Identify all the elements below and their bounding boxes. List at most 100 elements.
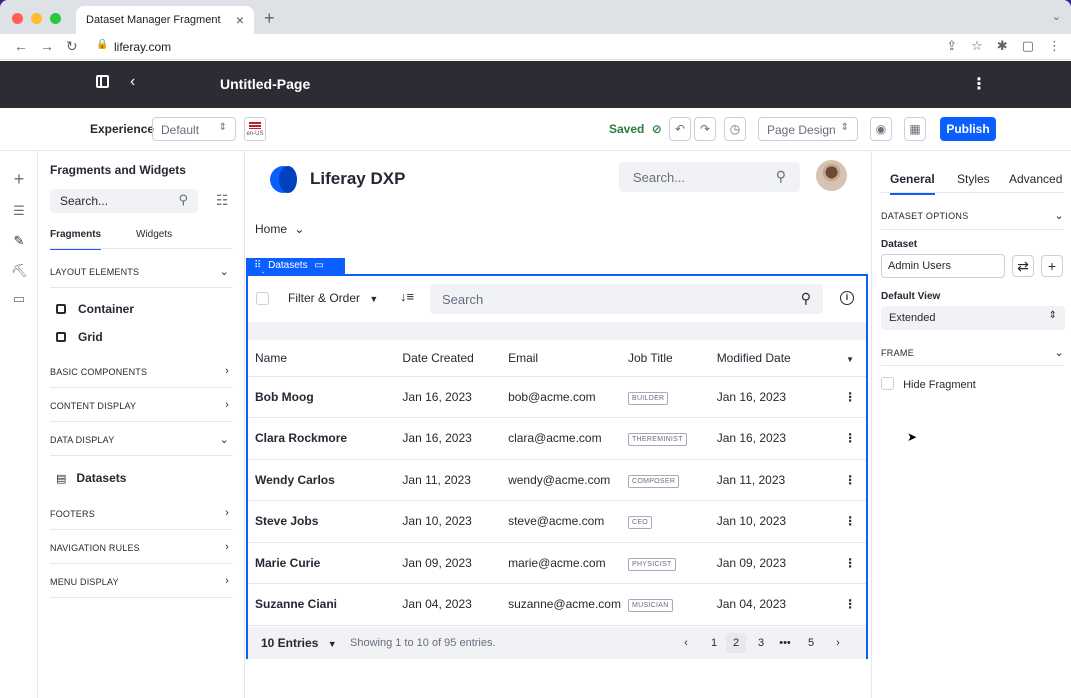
page-link-5[interactable]: 5	[801, 633, 821, 653]
redo-button[interactable]: ↷	[694, 117, 716, 141]
site-name[interactable]: Liferay DXP	[310, 169, 405, 189]
columns-visibility-caret-icon[interactable]: ▼	[827, 340, 866, 377]
fragment-item-grid[interactable]: Grid	[56, 330, 103, 344]
avatar[interactable]	[816, 160, 847, 191]
comment-icon[interactable]: ▭	[314, 260, 323, 271]
history-button[interactable]: ◷	[724, 117, 746, 141]
info-icon[interactable]: i	[840, 291, 854, 305]
table-row[interactable]: Clara Rockmore Jan 16, 2023 clara@acme.com…	[248, 417, 866, 460]
liferay-logo	[270, 166, 297, 193]
default-view-select[interactable]: Extended ⇕	[881, 306, 1065, 330]
paint-roller-icon[interactable]: ⛏	[11, 263, 28, 279]
undo-button[interactable]: ↶	[669, 117, 691, 141]
row-actions-kebab-icon[interactable]: ⋮	[827, 459, 866, 501]
forward-arrow-icon[interactable]: →	[40, 38, 54, 54]
page-design-select[interactable]: Page Design ⇕	[758, 117, 858, 141]
section-data-display[interactable]: DATA DISPLAY ⌄	[50, 434, 233, 456]
page-link-1[interactable]: 1	[704, 633, 724, 653]
section-navigation-rules[interactable]: NAVIGATION RULES ›	[50, 541, 233, 564]
fragment-item-datasets[interactable]: ▤ Datasets	[56, 471, 126, 485]
sidebar-toggle-icon[interactable]	[96, 75, 109, 88]
reload-icon[interactable]: ↻	[66, 38, 78, 55]
locale-selector[interactable]: en-US	[244, 117, 266, 141]
section-content-display[interactable]: CONTENT DISPLAY ›	[50, 399, 233, 422]
row-actions-kebab-icon[interactable]: ⋮	[827, 376, 866, 418]
tab-widgets[interactable]: Widgets	[136, 229, 172, 240]
page-link-3[interactable]: 3	[751, 633, 771, 653]
tab-advanced[interactable]: Advanced	[1009, 172, 1062, 186]
fragment-item-container[interactable]: Container	[56, 302, 134, 316]
section-basic-components[interactable]: BASIC COMPONENTS ›	[50, 365, 233, 388]
add-icon[interactable]: +	[11, 169, 27, 190]
table-row[interactable]: Wendy Carlos Jan 11, 2023 wendy@acme.com CO…	[248, 459, 866, 501]
tab-fragments[interactable]: Fragments	[50, 229, 102, 250]
list-view-icon[interactable]: ☷	[216, 192, 229, 209]
back-arrow-icon[interactable]: ←	[14, 38, 28, 54]
share-icon[interactable]: ⇪	[946, 38, 957, 54]
section-layout-elements[interactable]: LAYOUT ELEMENTS ⌄	[50, 266, 233, 288]
page-link-2[interactable]: 2	[726, 633, 746, 653]
table-row[interactable]: Bob Moog Jan 16, 2023 bob@acme.com BUILDER J…	[248, 376, 866, 418]
site-search-input[interactable]: Search... ⚲	[619, 162, 800, 192]
control-menu: ‹ Untitled-Page ⋮	[0, 61, 1071, 108]
fragment-topper[interactable]: ⠿ Datasets ▭ ⋮	[246, 258, 345, 282]
hide-fragment-checkbox[interactable]	[881, 377, 894, 390]
table-row[interactable]: Marie Curie Jan 09, 2023 marie@acme.com PHY…	[248, 542, 866, 584]
sort-order-icon[interactable]: ↓≡	[400, 289, 414, 304]
browser-menu-icon[interactable]: ⋮	[1048, 38, 1061, 54]
row-actions-kebab-icon[interactable]: ⋮	[827, 583, 866, 626]
tab-search-icon[interactable]: ⌄	[1052, 10, 1061, 23]
row-actions-kebab-icon[interactable]: ⋮	[827, 417, 866, 460]
dataset-search-input[interactable]: Search ⚲	[430, 284, 823, 314]
close-tab-icon[interactable]: ×	[236, 12, 244, 28]
select-all-checkbox[interactable]	[256, 292, 269, 305]
frame-section[interactable]: FRAME ⌄	[881, 347, 1064, 359]
page-structure-button[interactable]: ▦	[904, 117, 926, 141]
row-actions-kebab-icon[interactable]: ⋮	[827, 542, 866, 584]
bookmark-star-icon[interactable]: ☆	[971, 38, 983, 54]
preview-button[interactable]: ◉	[870, 117, 892, 141]
column-header-date-created[interactable]: Date Created	[395, 340, 502, 377]
maximize-window-button[interactable]	[50, 13, 61, 24]
hide-fragment-option[interactable]: Hide Fragment	[881, 377, 976, 391]
page-structure-icon[interactable]: ☰	[11, 203, 27, 219]
breadcrumb[interactable]: Home ⌄	[255, 222, 304, 236]
fragments-search-input[interactable]: Search... ⚲	[50, 189, 198, 213]
experience-select[interactable]: Default ⇕	[152, 117, 236, 141]
search-icon[interactable]: ⚲	[801, 290, 811, 307]
dataset-options-section[interactable]: DATASET OPTIONS ⌄	[881, 210, 1064, 222]
column-header-email[interactable]: Email	[501, 340, 621, 377]
column-header-job-title[interactable]: Job Title	[620, 340, 710, 377]
select-arrows-icon: ⇕	[1048, 310, 1057, 321]
minimize-window-button[interactable]	[31, 13, 42, 24]
drag-handle-icon[interactable]: ⠿	[254, 260, 261, 271]
dataset-field[interactable]: Admin Users	[881, 254, 1005, 278]
table-row[interactable]: Suzanne Ciani Jan 04, 2023 suzanne@acme.co…	[248, 583, 866, 626]
publish-button[interactable]: Publish	[940, 117, 996, 141]
filter-order-dropdown[interactable]: Filter & Order ▼	[288, 291, 378, 305]
section-footers[interactable]: FOOTERS ›	[50, 507, 233, 530]
datasets-fragment[interactable]: Filter & Order ▼ ↓≡ Search ⚲ i Name Date…	[246, 274, 868, 659]
column-header-modified-date[interactable]: Modified Date	[709, 340, 828, 377]
extensions-icon[interactable]: ✱	[997, 38, 1008, 54]
close-window-button[interactable]	[12, 13, 23, 24]
row-actions-kebab-icon[interactable]: ⋮	[827, 500, 866, 543]
table-row[interactable]: Steve Jobs Jan 10, 2023 steve@acme.com CEO J…	[248, 500, 866, 543]
fragments-paperclip-icon[interactable]: ✎	[11, 233, 27, 249]
page-ellipsis[interactable]: •••	[775, 633, 795, 653]
add-dataset-button[interactable]: +	[1041, 255, 1063, 277]
column-header-name[interactable]: Name	[248, 340, 396, 377]
entries-per-page-dropdown[interactable]: 10 Entries ▼	[261, 636, 337, 650]
change-dataset-button[interactable]: ⇄	[1012, 255, 1034, 277]
tab-styles[interactable]: Styles	[957, 172, 990, 186]
url-field[interactable]: liferay.com	[114, 40, 171, 54]
side-panel-icon[interactable]: ▢	[1022, 38, 1034, 54]
next-page-chevron-icon[interactable]: ›	[828, 633, 848, 653]
section-menu-display[interactable]: MENU DISPLAY ›	[50, 575, 233, 598]
page-options-kebab-icon[interactable]: ⋮	[971, 74, 987, 94]
back-chevron-icon[interactable]: ‹	[130, 73, 135, 91]
new-tab-button[interactable]: +	[264, 8, 275, 29]
browser-tab[interactable]: Dataset Manager Fragment ×	[76, 6, 254, 34]
comments-icon[interactable]: ▭	[11, 291, 27, 307]
previous-page-chevron-icon[interactable]: ‹	[676, 633, 696, 653]
